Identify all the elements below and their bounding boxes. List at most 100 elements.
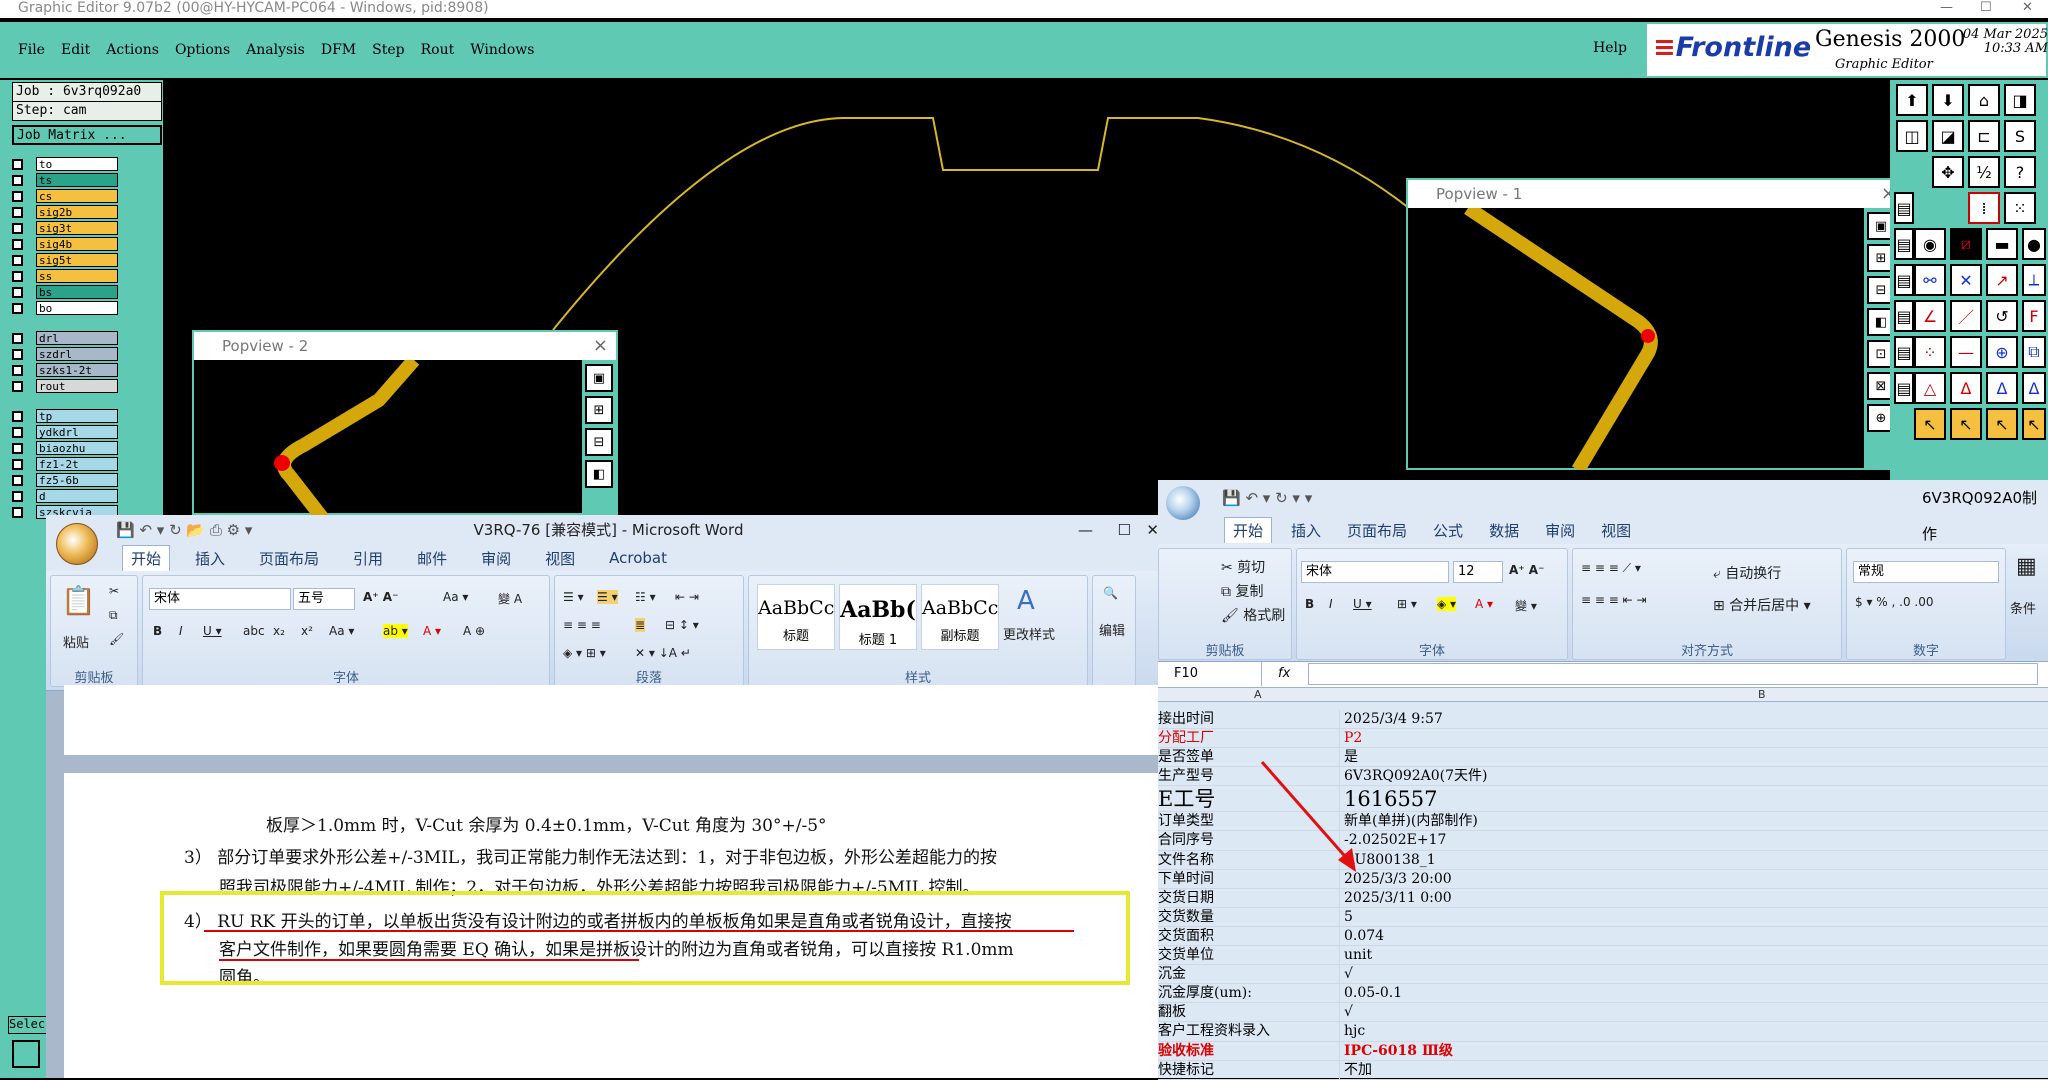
side-d-icon[interactable]: ▤: [1894, 300, 1914, 332]
side-e-icon[interactable]: ▤: [1894, 336, 1914, 368]
layer-name[interactable]: fz1-2t: [36, 457, 118, 471]
cell-a[interactable]: 交货单位: [1158, 946, 1340, 965]
col-header-b[interactable]: B: [1758, 688, 1766, 701]
layer-name[interactable]: tp: [36, 409, 118, 423]
cell-b[interactable]: √: [1344, 1003, 1353, 1021]
layer-checkbox[interactable]: [12, 380, 23, 392]
layer-row[interactable]: sig5t: [12, 252, 142, 268]
layer-checkbox[interactable]: [12, 426, 23, 438]
fx-button[interactable]: fx: [1278, 662, 1290, 686]
justify-button[interactable]: ≣: [635, 618, 646, 632]
layer-name[interactable]: drl: [36, 331, 118, 345]
excel-tab-data[interactable]: 数据: [1489, 520, 1519, 541]
shading-button[interactable]: ◈ ▾ ⊞ ▾: [563, 646, 606, 660]
layer-checkbox[interactable]: [12, 364, 23, 376]
layer-row[interactable]: szks1-2t: [12, 362, 142, 378]
layer-row[interactable]: rout: [12, 378, 142, 394]
bold-button[interactable]: B: [153, 624, 162, 638]
menu-options[interactable]: Options: [175, 42, 230, 58]
excel-tab-review[interactable]: 审阅: [1545, 520, 1575, 541]
layer-checkbox[interactable]: [12, 506, 23, 518]
cell-a[interactable]: 接出时间: [1158, 710, 1340, 729]
cell-b[interactable]: IPC-6018 Ⅲ级: [1344, 1042, 1453, 1060]
layer-row[interactable]: sig4b: [12, 236, 142, 252]
layer-row[interactable]: biaozhu: [12, 440, 142, 456]
table-row[interactable]: 交货单位 unit: [1158, 946, 2048, 966]
popview-1-canvas[interactable]: [1408, 208, 1863, 470]
word-tab-review[interactable]: 审阅: [481, 548, 511, 569]
layer-row[interactable]: fz5-6b: [12, 472, 142, 488]
grow-font-icon[interactable]: A⁺ A⁻: [363, 590, 398, 604]
sort-button[interactable]: ✕ ▾ ↓A ↵: [635, 646, 691, 660]
layer-checkbox[interactable]: [12, 458, 23, 470]
table-row[interactable]: 沉金 √: [1158, 965, 2048, 985]
layer-row[interactable]: drl: [12, 330, 142, 346]
excel-font-color-button[interactable]: A ▾: [1475, 597, 1493, 611]
layer-row[interactable]: cs: [12, 188, 142, 204]
menu-edit[interactable]: Edit: [61, 42, 90, 58]
highlight-button[interactable]: ab ▾: [383, 624, 408, 638]
dot-icon[interactable]: ●: [2022, 228, 2046, 260]
find-icon[interactable]: 🔍: [1103, 586, 1118, 600]
layer-checkbox[interactable]: [12, 302, 23, 314]
layer-name[interactable]: bs: [36, 285, 118, 299]
menu-actions[interactable]: Actions: [106, 42, 159, 58]
target-icon[interactable]: ✥: [1932, 156, 1964, 188]
layer-row[interactable]: bo: [12, 300, 142, 316]
pointer2-icon[interactable]: ↖: [1950, 408, 1982, 440]
side-b-icon[interactable]: ▤: [1894, 228, 1914, 260]
text-tool-icon[interactable]: F: [2022, 300, 2046, 332]
subscript-button[interactable]: x₂: [273, 624, 285, 638]
cell-b[interactable]: hjc: [1344, 1022, 1365, 1040]
menu-rout[interactable]: Rout: [421, 42, 455, 58]
layer-row[interactable]: sig3t: [12, 220, 142, 236]
resize-icon[interactable]: ◫: [1896, 120, 1928, 152]
excel-font-size[interactable]: 12: [1453, 561, 1503, 583]
change-styles-button[interactable]: 更改样式: [1003, 624, 1055, 643]
number-format-combo[interactable]: 常规: [1853, 561, 1999, 583]
layer-name[interactable]: to: [36, 157, 118, 171]
line-icon[interactable]: ▬: [1986, 228, 2018, 260]
side-c-icon[interactable]: ▤: [1894, 264, 1914, 296]
layer-row[interactable]: szdrl: [12, 346, 142, 362]
excel-bold-button[interactable]: B: [1305, 597, 1314, 611]
char-shading-button[interactable]: A ⊕: [463, 624, 485, 638]
split-icon[interactable]: ⟂: [2022, 264, 2046, 296]
multilevel-button[interactable]: ☷ ▾: [635, 590, 656, 604]
paste-icon[interactable]: 📋: [61, 584, 96, 617]
triangle2-icon[interactable]: Δ: [1950, 372, 1982, 404]
halign-buttons[interactable]: ≡ ≡ ≡ ⇤ ⇥: [1581, 593, 1647, 607]
cell-a[interactable]: 沉金: [1158, 965, 1340, 984]
layer-row[interactable]: sig2b: [12, 204, 142, 220]
layer-checkbox[interactable]: [12, 238, 23, 250]
triangle-icon[interactable]: △: [1914, 372, 1946, 404]
layer-checkbox[interactable]: [12, 490, 23, 502]
triangle4-icon[interactable]: Δ: [2022, 372, 2046, 404]
menu-help[interactable]: Help: [1593, 40, 1627, 56]
layer-checkbox[interactable]: [12, 348, 23, 360]
conditional-format-icon[interactable]: ▦: [2016, 554, 2037, 579]
layer-row[interactable]: ss: [12, 268, 142, 284]
popview-2-close-icon[interactable]: ×: [593, 332, 608, 360]
side-a-icon[interactable]: ▤: [1894, 192, 1914, 224]
cell-a[interactable]: 分配工厂: [1158, 729, 1340, 748]
excel-tab-formulas[interactable]: 公式: [1433, 520, 1463, 541]
layer-checkbox[interactable]: [12, 254, 23, 266]
copy-button[interactable]: ⧉ 复制: [1221, 581, 1263, 601]
merge-center-button[interactable]: ⊞ 合并后居中 ▾: [1713, 595, 1811, 615]
table-row[interactable]: 分配工厂 P2: [1158, 729, 2048, 749]
zoom-fit-icon[interactable]: ▣: [585, 364, 613, 392]
style-heading1[interactable]: AaBb(标题 1: [839, 584, 917, 650]
cell-a[interactable]: 交货日期: [1158, 888, 1340, 907]
style-subtitle[interactable]: AaBbCc 副标题: [921, 584, 999, 650]
font-color-button[interactable]: A ▾: [423, 624, 441, 638]
word-maximize-button[interactable]: ☐: [1118, 515, 1131, 545]
layer-name[interactable]: sig5t: [36, 253, 118, 267]
font-size-combo[interactable]: 五号: [293, 588, 355, 610]
cell-a[interactable]: 交货面积: [1158, 926, 1340, 946]
excel-underline-button[interactable]: U ▾: [1353, 597, 1372, 611]
layer-checkbox[interactable]: [12, 174, 23, 186]
layer-row[interactable]: ydkdrl: [12, 424, 142, 440]
layer-name[interactable]: d: [36, 489, 118, 503]
popview-2-canvas[interactable]: [194, 360, 578, 517]
